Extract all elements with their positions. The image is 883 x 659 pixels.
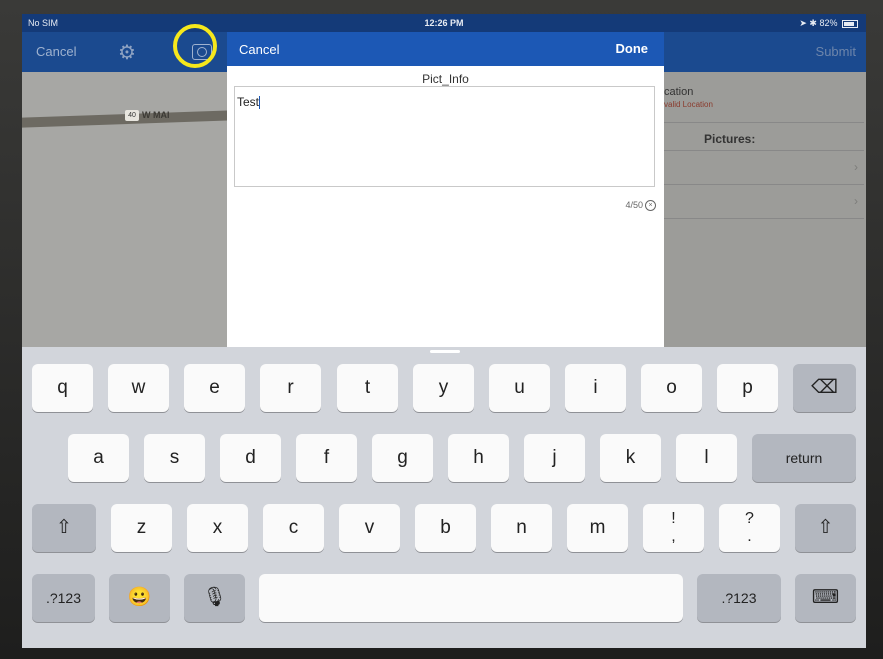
key-a[interactable]: a <box>68 434 129 482</box>
key-g[interactable]: g <box>372 434 433 482</box>
key-exclamation-comma[interactable]: !, <box>643 504 704 552</box>
character-counter: 4/50 × <box>625 200 656 212</box>
emoji-key[interactable]: 😀 <box>109 574 170 622</box>
panel-divider <box>664 184 864 185</box>
key-o[interactable]: o <box>641 364 702 412</box>
numbers-key-left[interactable]: .?123 <box>32 574 95 622</box>
key-q[interactable]: q <box>32 364 93 412</box>
key-p[interactable]: p <box>717 364 778 412</box>
clear-icon[interactable]: × <box>645 200 656 212</box>
textarea-value: Test <box>237 95 260 109</box>
panel-divider <box>664 218 864 219</box>
key-d[interactable]: d <box>220 434 281 482</box>
delete-key[interactable]: ⌫ <box>793 364 856 412</box>
shift-key-right[interactable]: ⇧ <box>795 504 856 552</box>
hide-keyboard-icon[interactable]: ⌨ <box>795 574 856 622</box>
location-label: cation <box>664 86 694 98</box>
microphone-icon[interactable]: 🎙 <box>184 574 245 622</box>
key-i[interactable]: i <box>565 364 626 412</box>
battery-icon <box>842 19 858 28</box>
battery-indicator: ➤ ✱ 82% <box>799 18 858 29</box>
camera-highlight-ring <box>173 24 217 68</box>
text-entry-modal: Cancel Done Pict_Info Test 4/50 × <box>227 32 664 362</box>
pict-info-textarea[interactable]: Test <box>234 86 655 187</box>
battery-percent: 82% <box>819 18 838 28</box>
background-submit-button[interactable]: Submit <box>816 44 856 59</box>
space-bar[interactable] <box>259 574 683 622</box>
key-m[interactable]: m <box>567 504 628 552</box>
key-j[interactable]: j <box>524 434 585 482</box>
text-caret <box>259 96 261 110</box>
modal-done-button[interactable]: Done <box>616 41 649 56</box>
status-bar: No SIM 12:26 PM ➤ ✱ 82% <box>22 14 866 32</box>
modal-navbar: Cancel Done <box>227 32 664 66</box>
background-cancel-button[interactable]: Cancel <box>36 44 76 59</box>
numbers-key-right[interactable]: .?123 <box>697 574 781 622</box>
key-k[interactable]: k <box>600 434 661 482</box>
key-question-period[interactable]: ?. <box>719 504 780 552</box>
location-arrow-icon: ➤ <box>799 18 807 28</box>
panel-divider <box>664 122 864 123</box>
key-u[interactable]: u <box>489 364 550 412</box>
key-l[interactable]: l <box>676 434 737 482</box>
device-screen: No SIM 12:26 PM ➤ ✱ 82% Cancel ⚙ Submit … <box>22 14 866 648</box>
invalid-location-label: valid Location <box>664 100 713 109</box>
road-label: W MAI <box>142 110 170 120</box>
counter-value: 4/50 <box>625 200 643 210</box>
key-v[interactable]: v <box>339 504 400 552</box>
key-b[interactable]: b <box>415 504 476 552</box>
shift-key-left[interactable]: ⇧ <box>32 504 96 552</box>
punct-bottom: , <box>671 528 676 545</box>
key-y[interactable]: y <box>413 364 474 412</box>
key-z[interactable]: z <box>111 504 172 552</box>
route-shield: 40 <box>125 110 139 121</box>
key-c[interactable]: c <box>263 504 324 552</box>
bluetooth-icon: ✱ <box>809 18 817 28</box>
key-h[interactable]: h <box>448 434 509 482</box>
keyboard-drag-handle[interactable] <box>430 350 460 353</box>
punct-bottom: . <box>747 528 752 545</box>
return-key[interactable]: return <box>752 434 856 482</box>
key-r[interactable]: r <box>260 364 321 412</box>
gear-icon[interactable]: ⚙ <box>118 40 136 65</box>
panel-divider <box>664 150 864 151</box>
modal-cancel-button[interactable]: Cancel <box>239 42 279 57</box>
chevron-right-icon[interactable]: › <box>854 160 858 174</box>
punct-top: ? <box>745 510 754 527</box>
on-screen-keyboard: q w e r t y u i o p ⌫ a s d f g h j k l … <box>22 347 866 648</box>
chevron-right-icon[interactable]: › <box>854 194 858 208</box>
key-x[interactable]: x <box>187 504 248 552</box>
key-s[interactable]: s <box>144 434 205 482</box>
pictures-label: Pictures: <box>704 132 756 146</box>
key-w[interactable]: w <box>108 364 169 412</box>
key-t[interactable]: t <box>337 364 398 412</box>
field-title: Pict_Info <box>422 72 469 86</box>
clock-label: 12:26 PM <box>424 18 464 28</box>
punct-top: ! <box>671 510 676 527</box>
key-f[interactable]: f <box>296 434 357 482</box>
key-n[interactable]: n <box>491 504 552 552</box>
key-e[interactable]: e <box>184 364 245 412</box>
